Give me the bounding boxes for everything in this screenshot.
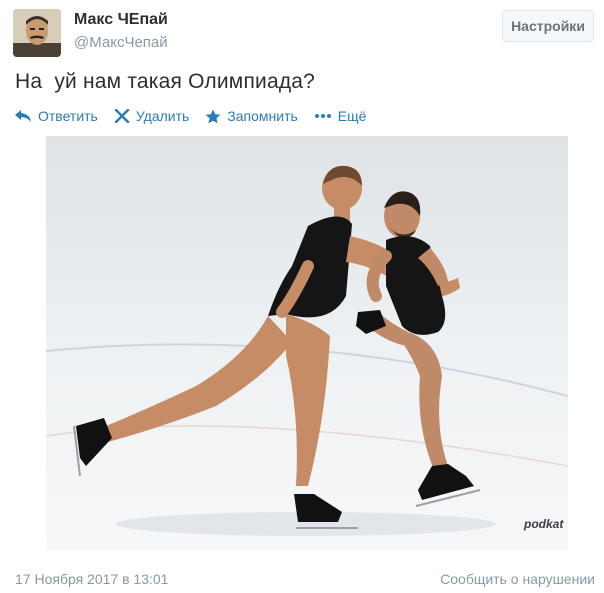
- photo-watermark: podkat: [523, 517, 564, 531]
- more-icon: [314, 114, 331, 118]
- user-display-name[interactable]: Макс ЧЕпай: [74, 11, 168, 29]
- report-link[interactable]: Сообщить о нарушении: [440, 571, 595, 587]
- tweet-timestamp[interactable]: 17 Ноября 2017 в 13:01: [15, 571, 168, 587]
- reply-action[interactable]: Ответить: [14, 108, 98, 124]
- delete-icon: [114, 109, 130, 123]
- star-icon: [205, 109, 221, 123]
- tweet-photo[interactable]: podkat: [46, 136, 568, 550]
- avatar-image: [13, 9, 61, 57]
- more-action[interactable]: Ещё: [314, 108, 367, 124]
- user-handle[interactable]: @МаксЧепай: [74, 34, 168, 51]
- more-label: Ещё: [337, 108, 367, 124]
- settings-button[interactable]: Настройки: [502, 10, 594, 42]
- tweet-actions: Ответить Удалить Запомнить Ещё: [14, 106, 382, 126]
- favorite-action[interactable]: Запомнить: [205, 108, 298, 124]
- delete-label: Удалить: [135, 108, 190, 124]
- reply-icon: [15, 110, 31, 122]
- delete-action[interactable]: Удалить: [114, 108, 189, 124]
- figure-skaters-image: podkat: [46, 136, 568, 550]
- favorite-label: Запомнить: [227, 108, 298, 124]
- reply-label: Ответить: [38, 108, 98, 124]
- avatar[interactable]: [13, 9, 61, 57]
- tweet-text: На уй нам такая Олимпиада?: [15, 70, 316, 93]
